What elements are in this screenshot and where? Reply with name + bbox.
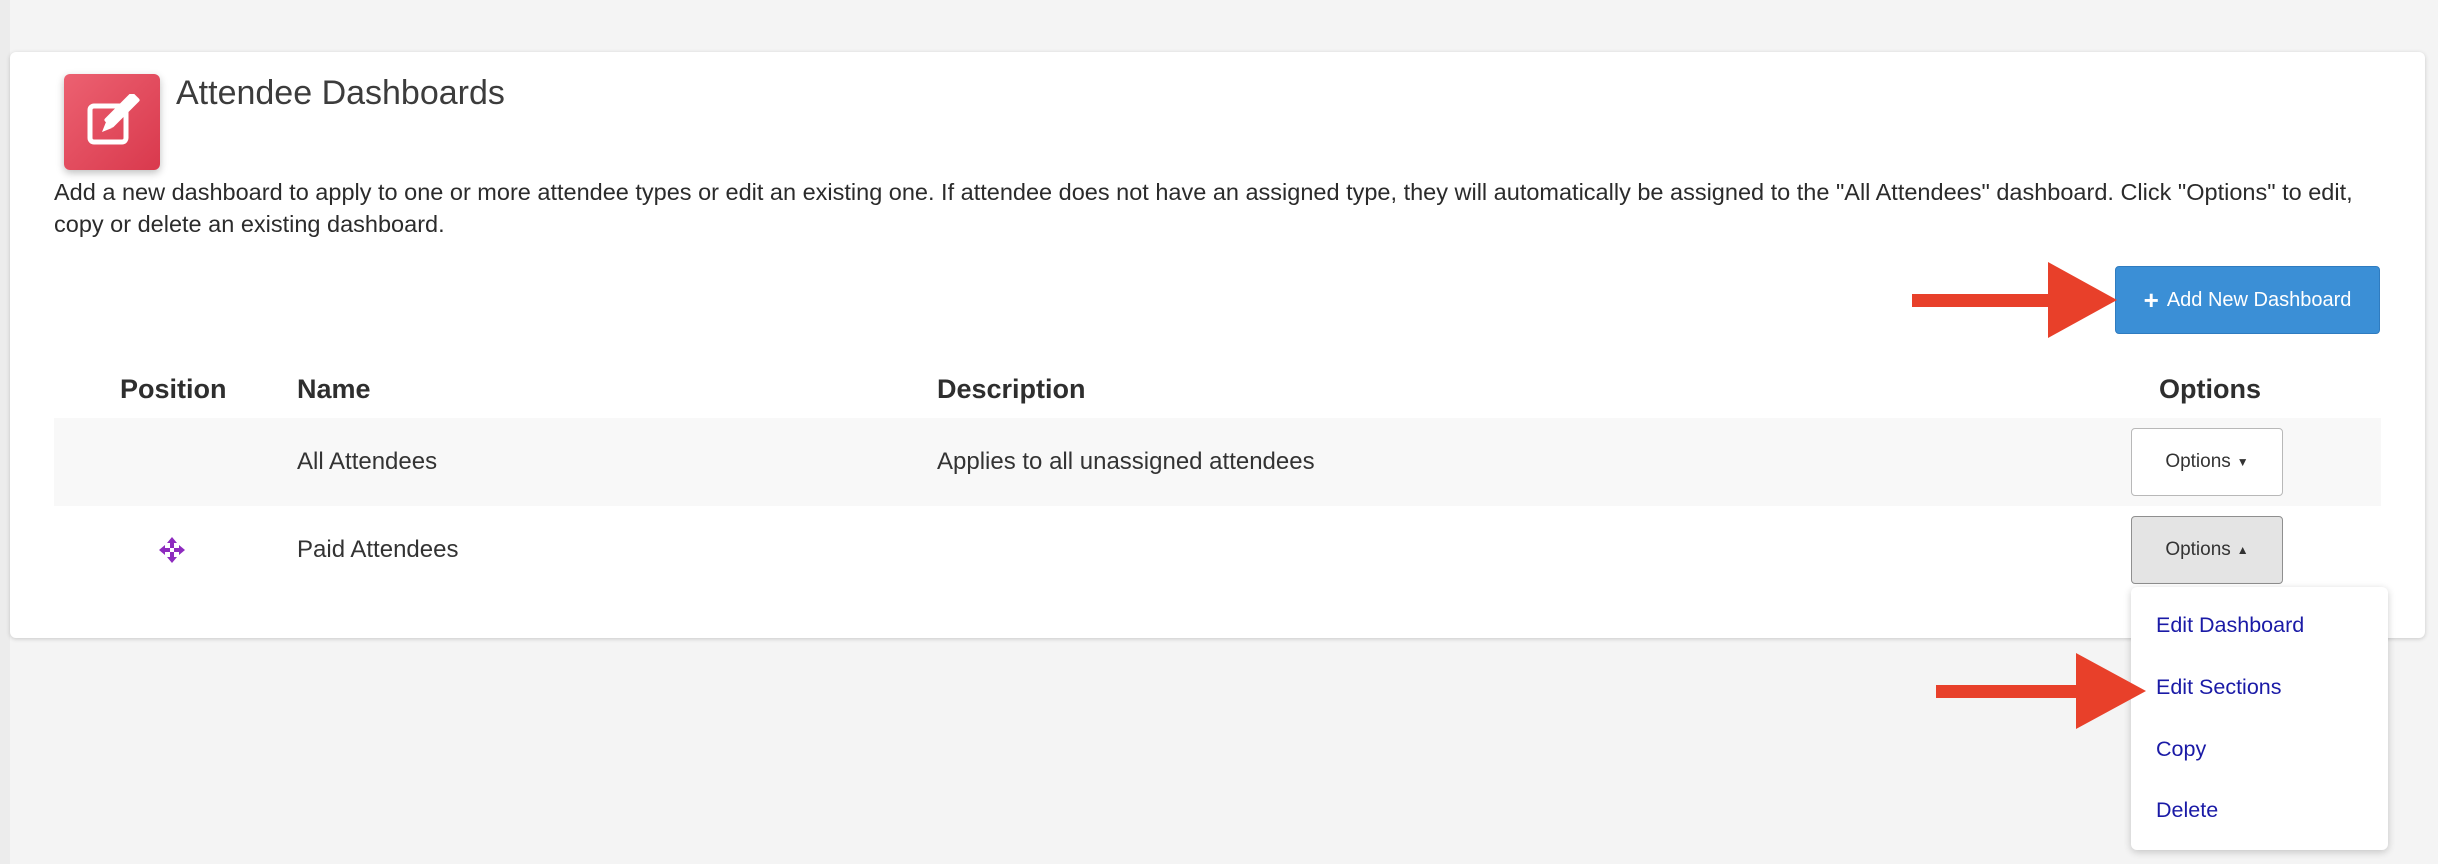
column-header-position: Position xyxy=(120,374,227,404)
menu-item-edit-dashboard[interactable]: Edit Dashboard xyxy=(2156,613,2304,638)
menu-item-copy[interactable]: Copy xyxy=(2156,737,2206,762)
add-new-dashboard-button[interactable]: + Add New Dashboard xyxy=(2115,266,2380,334)
plus-icon: + xyxy=(2143,285,2159,315)
options-dropdown-menu: Edit Dashboard Edit Sections Copy Delete xyxy=(2131,587,2388,850)
caret-up-icon: ▲ xyxy=(2236,543,2249,557)
caret-down-icon: ▼ xyxy=(2236,455,2249,469)
annotation-arrow-add xyxy=(1912,262,2117,338)
options-label: Options xyxy=(2165,539,2231,560)
edit-icon xyxy=(64,74,160,170)
column-header-name: Name xyxy=(297,374,371,404)
table-row: All Attendees Applies to all unassigned … xyxy=(54,418,2381,506)
page-title: Attendee Dashboards xyxy=(176,74,505,112)
page-edge xyxy=(0,0,10,864)
menu-item-edit-sections[interactable]: Edit Sections xyxy=(2156,675,2281,700)
row-name: All Attendees xyxy=(297,448,438,475)
column-header-options: Options xyxy=(2159,374,2261,404)
table-header: Position Name Description Options xyxy=(54,362,2381,418)
table-row: Paid Attendees Options ▲ xyxy=(54,506,2381,594)
add-new-dashboard-label: Add New Dashboard xyxy=(2166,288,2352,311)
intro-text: Add a new dashboard to apply to one or m… xyxy=(54,179,2353,237)
row-description: Applies to all unassigned attendees xyxy=(937,448,1315,475)
column-header-description: Description xyxy=(937,374,1086,404)
annotation-arrow-edit-sections xyxy=(1936,653,2146,729)
move-icon[interactable] xyxy=(158,536,186,564)
options-button-open[interactable]: Options ▲ xyxy=(2131,516,2283,584)
menu-item-delete[interactable]: Delete xyxy=(2156,798,2218,823)
row-name: Paid Attendees xyxy=(297,536,459,563)
options-button[interactable]: Options ▼ xyxy=(2131,428,2283,496)
dashboards-table: Position Name Description Options All At… xyxy=(54,362,2381,594)
options-label: Options xyxy=(2165,451,2231,472)
